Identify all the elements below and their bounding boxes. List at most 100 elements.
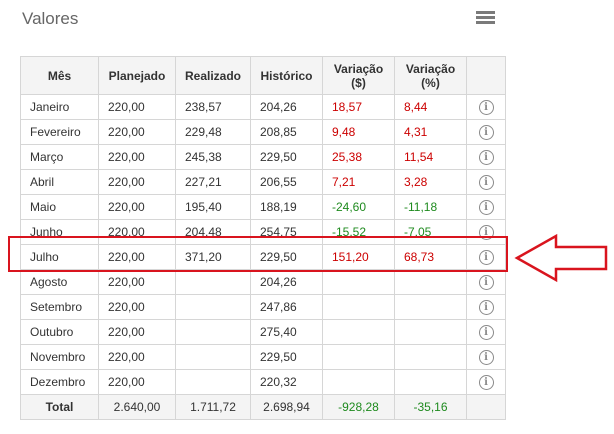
cell-historico: 206,55 (250, 169, 323, 195)
cell-variacao-abs: 25,38 (322, 144, 395, 170)
left-arrow-icon (514, 233, 608, 283)
cell-info: i (466, 169, 506, 195)
cell-variacao-pct (394, 369, 467, 395)
table-row: Setembro 220,00 247,86 i (20, 294, 506, 320)
cell-variacao-abs: 7,21 (322, 169, 395, 195)
cell-planejado: 220,00 (98, 144, 176, 170)
cell-mes: Maio (20, 194, 99, 220)
table-row: Maio 220,00 195,40 188,19 -24,60 -11,18 … (20, 194, 506, 220)
cell-variacao-abs (322, 269, 395, 295)
cell-info: i (466, 369, 506, 395)
cell-info: i (466, 344, 506, 370)
cell-historico: 229,50 (250, 344, 323, 370)
info-circle-icon[interactable]: i (478, 150, 494, 165)
cell-info: i (466, 94, 506, 120)
cell-info: i (466, 119, 506, 145)
table-row: Dezembro 220,00 220,32 i (20, 369, 506, 395)
info-circle-icon[interactable]: i (478, 175, 494, 190)
cell-variacao-abs: 18,57 (322, 94, 395, 120)
cell-variacao-abs (322, 344, 395, 370)
cell-variacao-pct (394, 294, 467, 320)
cell-variacao-pct (394, 319, 467, 345)
cell-variacao-abs (322, 319, 395, 345)
column-header-planejado[interactable]: Planejado (98, 56, 176, 95)
cell-mes: Outubro (20, 319, 99, 345)
cell-mes: Abril (20, 169, 99, 195)
page-title: Valores (22, 9, 79, 28)
cell-realizado: 245,38 (175, 144, 251, 170)
table-row: Janeiro 220,00 238,57 204,26 18,57 8,44 … (20, 94, 506, 120)
cell-realizado (175, 294, 251, 320)
cell-historico: 204,26 (250, 94, 323, 120)
info-circle-icon[interactable]: i (478, 350, 494, 365)
total-label: Total (20, 394, 99, 420)
column-header-historico[interactable]: Histórico (250, 56, 323, 95)
highlight-box (8, 236, 508, 272)
cell-realizado: 229,48 (175, 119, 251, 145)
cell-variacao-abs (322, 294, 395, 320)
cell-variacao-pct: 8,44 (394, 94, 467, 120)
info-circle-icon[interactable]: i (478, 275, 494, 290)
cell-planejado: 220,00 (98, 94, 176, 120)
cell-variacao-abs (322, 369, 395, 395)
info-circle-icon[interactable]: i (478, 100, 494, 115)
cell-historico: 204,26 (250, 269, 323, 295)
column-header-actions (466, 56, 506, 95)
total-variacao-pct: -35,16 (394, 394, 467, 420)
cell-realizado (175, 269, 251, 295)
cell-planejado: 220,00 (98, 344, 176, 370)
cell-variacao-pct: -11,18 (394, 194, 467, 220)
cell-info: i (466, 319, 506, 345)
cell-planejado: 220,00 (98, 269, 176, 295)
cell-variacao-pct: 11,54 (394, 144, 467, 170)
cell-realizado: 195,40 (175, 194, 251, 220)
cell-planejado: 220,00 (98, 169, 176, 195)
info-circle-icon[interactable]: i (478, 125, 494, 140)
table-row: Abril 220,00 227,21 206,55 7,21 3,28 i (20, 169, 506, 195)
info-circle-icon[interactable]: i (478, 200, 494, 215)
cell-variacao-abs: 9,48 (322, 119, 395, 145)
column-header-variacao-pct[interactable]: Variação (%) (394, 56, 467, 95)
cell-mes: Fevereiro (20, 119, 99, 145)
cell-variacao-pct: 4,31 (394, 119, 467, 145)
info-circle-icon[interactable]: i (478, 325, 494, 340)
cell-info: i (466, 194, 506, 220)
table-row: Março 220,00 245,38 229,50 25,38 11,54 i (20, 144, 506, 170)
table-row: Fevereiro 220,00 229,48 208,85 9,48 4,31… (20, 119, 506, 145)
cell-variacao-pct (394, 344, 467, 370)
table-total-row: Total 2.640,00 1.711,72 2.698,94 -928,28… (20, 394, 506, 420)
total-variacao-abs: -928,28 (322, 394, 395, 420)
cell-mes: Novembro (20, 344, 99, 370)
table-row: Agosto 220,00 204,26 i (20, 269, 506, 295)
cell-info: i (466, 269, 506, 295)
table-row: Outubro 220,00 275,40 i (20, 319, 506, 345)
table-row: Novembro 220,00 229,50 i (20, 344, 506, 370)
cell-mes: Março (20, 144, 99, 170)
cell-variacao-abs: -24,60 (322, 194, 395, 220)
cell-realizado: 227,21 (175, 169, 251, 195)
column-header-mes[interactable]: Mês (20, 56, 99, 95)
cell-realizado (175, 369, 251, 395)
cell-info: i (466, 294, 506, 320)
info-circle-icon[interactable]: i (478, 300, 494, 315)
total-planejado: 2.640,00 (98, 394, 176, 420)
cell-historico: 220,32 (250, 369, 323, 395)
cell-planejado: 220,00 (98, 369, 176, 395)
cell-historico: 275,40 (250, 319, 323, 345)
cell-realizado: 238,57 (175, 94, 251, 120)
table-header-row: Mês Planejado Realizado Histórico Variaç… (20, 56, 506, 95)
info-circle-icon[interactable]: i (478, 375, 494, 390)
cell-mes: Agosto (20, 269, 99, 295)
total-empty (466, 394, 506, 420)
total-realizado: 1.711,72 (175, 394, 251, 420)
cell-planejado: 220,00 (98, 194, 176, 220)
column-header-realizado[interactable]: Realizado (175, 56, 251, 95)
cell-realizado (175, 344, 251, 370)
hamburger-menu-icon[interactable] (476, 11, 495, 25)
cell-variacao-pct (394, 269, 467, 295)
cell-planejado: 220,00 (98, 119, 176, 145)
cell-mes: Janeiro (20, 94, 99, 120)
cell-variacao-pct: 3,28 (394, 169, 467, 195)
column-header-variacao-abs[interactable]: Variação ($) (322, 56, 395, 95)
cell-mes: Dezembro (20, 369, 99, 395)
